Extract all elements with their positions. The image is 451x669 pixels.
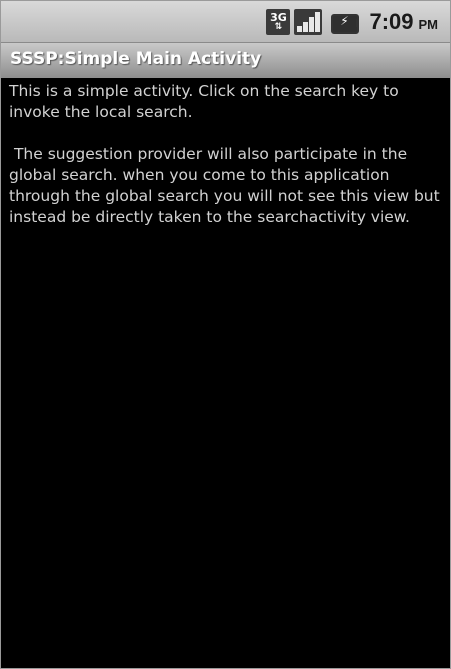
status-clock: 7:09 PM (369, 9, 438, 35)
status-icons: 3G ⇅ ⚡ 7:09 PM (266, 7, 438, 37)
intro-paragraph: This is a simple activity. Click on the … (9, 82, 404, 121)
global-search-paragraph: The suggestion provider will also partic… (9, 145, 445, 226)
battery-charging-icon: ⚡ (331, 11, 360, 34)
data-activity-icon: ⇅ (274, 22, 283, 32)
clock-time: 7:09 (369, 9, 414, 34)
activity-content: This is a simple activity. Click on the … (9, 81, 445, 228)
status-bar: 3G ⇅ ⚡ 7:09 PM (1, 1, 450, 43)
activity-title-bar: SSSP:Simple Main Activity (1, 43, 450, 78)
activity-title: SSSP:Simple Main Activity (10, 49, 262, 69)
clock-ampm: PM (418, 17, 439, 32)
device-screen: 3G ⇅ ⚡ 7:09 PM SSSP:Simple Main Activity (0, 0, 451, 669)
signal-strength-icon (294, 9, 323, 35)
network-3g-icon: 3G ⇅ (266, 9, 291, 35)
